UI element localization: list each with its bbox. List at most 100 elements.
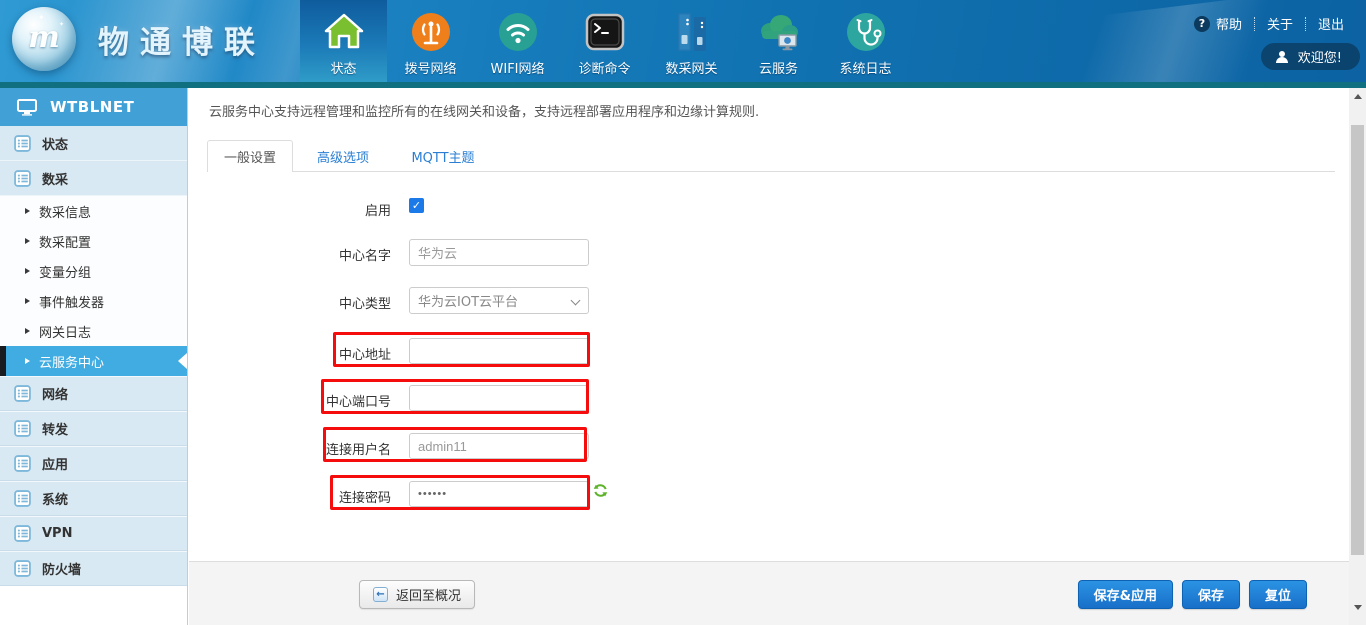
scrollbar-thumb[interactable] xyxy=(1351,125,1364,555)
center-port-input[interactable] xyxy=(409,385,589,411)
triangle-right-icon xyxy=(25,358,30,364)
page-description: 云服务中心支持远程管理和监控所有的在线网关和设备，支持远程部署应用程序和边缘计算… xyxy=(209,101,759,120)
nav-label: 状态 xyxy=(330,58,356,77)
nav-item-dialup-network[interactable]: 拨号网络 xyxy=(387,0,474,82)
enable-checkbox[interactable] xyxy=(409,198,424,213)
sidebar-subitem-label: 网关日志 xyxy=(39,322,91,341)
user-icon xyxy=(1275,50,1289,64)
sidebar-item-gateway-logs[interactable]: 网关日志 xyxy=(0,316,187,346)
sidebar-item-firewall[interactable]: 防火墙 xyxy=(0,551,187,586)
triangle-right-icon xyxy=(25,208,30,214)
refresh-password-icon[interactable] xyxy=(593,483,608,502)
scroll-up-arrow[interactable] xyxy=(1349,94,1366,106)
triangle-right-icon xyxy=(25,238,30,244)
sidebar-item-label: 防火墙 xyxy=(42,559,81,578)
sparkle-icon: ✦ xyxy=(59,21,64,28)
sidebar-item-system[interactable]: 系统 xyxy=(0,481,187,516)
enable-label: 启用 xyxy=(189,200,391,219)
username-input[interactable] xyxy=(409,433,589,459)
cloud-monitor-icon xyxy=(756,7,802,57)
tab-bar: 一般设置 高级选项 MQTT主题 xyxy=(207,140,493,172)
sidebar-subitem-label: 变量分组 xyxy=(39,262,91,281)
list-icon xyxy=(14,560,31,577)
sidebar-item-variable-groups[interactable]: 变量分组 xyxy=(0,256,187,286)
sidebar-item-data-config[interactable]: 数采配置 xyxy=(0,226,187,256)
center-type-select[interactable]: 华为云IOT云平台 xyxy=(409,287,589,314)
center-port-label: 中心端口号 xyxy=(189,391,391,410)
sidebar-subitem-label: 数采信息 xyxy=(39,202,91,221)
server-gateway-icon xyxy=(672,7,712,57)
center-name-input[interactable] xyxy=(409,239,589,266)
sidebar-subitem-label: 数采配置 xyxy=(39,232,91,251)
sidebar-subitem-label: 云服务中心 xyxy=(39,352,104,371)
nav-item-system-logs[interactable]: 系统日志 xyxy=(822,0,909,82)
header-utility-links: 帮助 关于 退出 xyxy=(1194,14,1344,33)
sidebar: WTBLNET 状态 数采 数采信息 数采配置 变量分组 xyxy=(0,88,188,625)
sidebar-item-data-info[interactable]: 数采信息 xyxy=(0,196,187,226)
logo-sphere-icon: m ✦ ✦ xyxy=(12,7,76,71)
sidebar-brand: WTBLNET xyxy=(0,88,187,126)
footer-bar: 返回至概况 保存&应用 保存 复位 xyxy=(189,561,1349,625)
sidebar-item-forwarding[interactable]: 转发 xyxy=(0,411,187,446)
password-input[interactable] xyxy=(409,481,589,507)
triangle-right-icon xyxy=(25,268,30,274)
nav-item-cloud-service[interactable]: 云服务 xyxy=(735,0,822,82)
sidebar-item-label: 网络 xyxy=(42,384,68,403)
sidebar-item-vpn[interactable]: VPN xyxy=(0,516,187,551)
logout-link[interactable]: 退出 xyxy=(1318,14,1344,33)
terminal-icon xyxy=(585,7,625,57)
main-content: 云服务中心支持远程管理和监控所有的在线网关和设备，支持远程部署应用程序和边缘计算… xyxy=(189,88,1349,625)
nav-item-wifi-network[interactable]: WIFI网络 xyxy=(474,0,561,82)
tab-mqtt-topics[interactable]: MQTT主题 xyxy=(393,140,493,172)
back-button-label: 返回至概况 xyxy=(396,585,461,604)
nav-label: 云服务 xyxy=(759,58,798,77)
back-arrow-icon xyxy=(373,587,388,602)
reset-button[interactable]: 复位 xyxy=(1249,580,1307,609)
vertical-scrollbar[interactable] xyxy=(1349,88,1366,625)
back-to-overview-button[interactable]: 返回至概况 xyxy=(359,580,475,609)
sidebar-item-event-triggers[interactable]: 事件触发器 xyxy=(0,286,187,316)
password-label: 连接密码 xyxy=(189,487,391,506)
about-link[interactable]: 关于 xyxy=(1267,14,1293,33)
list-icon xyxy=(14,490,31,507)
tab-general-settings[interactable]: 一般设置 xyxy=(207,140,293,172)
nav-item-status[interactable]: 状态 xyxy=(300,0,387,82)
scroll-down-arrow[interactable] xyxy=(1349,605,1366,617)
top-header-bar: m ✦ ✦ 物通博联 状态 拨号网络 xyxy=(0,0,1366,88)
brand-logo: m ✦ ✦ 物通博联 xyxy=(12,7,266,71)
welcome-badge: 欢迎您! xyxy=(1261,43,1360,70)
sparkle-icon: ✦ xyxy=(38,13,45,22)
sidebar-submenu: 数采信息 数采配置 变量分组 事件触发器 网关日志 云服务中心 xyxy=(0,196,187,376)
sidebar-item-cloud-service-center[interactable]: 云服务中心 xyxy=(0,346,187,376)
stethoscope-icon xyxy=(845,7,887,57)
list-icon xyxy=(14,135,31,152)
save-button[interactable]: 保存 xyxy=(1182,580,1240,609)
sidebar-brand-label: WTBLNET xyxy=(50,98,134,116)
nav-label: WIFI网络 xyxy=(491,58,545,77)
username-label: 连接用户名 xyxy=(189,439,391,458)
list-icon xyxy=(14,525,31,542)
nav-label: 拨号网络 xyxy=(404,58,456,77)
nav-item-data-gateway[interactable]: 数采网关 xyxy=(648,0,735,82)
center-type-value: 华为云IOT云平台 xyxy=(418,291,518,310)
logo-letter: m xyxy=(28,20,60,55)
brand-name: 物通博联 xyxy=(98,17,266,62)
save-and-apply-button[interactable]: 保存&应用 xyxy=(1078,580,1173,609)
sidebar-item-applications[interactable]: 应用 xyxy=(0,446,187,481)
sidebar-item-network[interactable]: 网络 xyxy=(0,376,187,411)
help-link[interactable]: 帮助 xyxy=(1216,14,1242,33)
sidebar-item-status[interactable]: 状态 xyxy=(0,126,187,161)
sidebar-item-data-collection[interactable]: 数采 xyxy=(0,161,187,196)
chevron-down-icon xyxy=(571,296,581,306)
nav-item-diagnostic-commands[interactable]: 诊断命令 xyxy=(561,0,648,82)
sidebar-item-label: 应用 xyxy=(42,454,68,473)
sidebar-item-label: 数采 xyxy=(42,169,68,188)
center-address-label: 中心地址 xyxy=(189,344,391,363)
monitor-icon xyxy=(17,99,37,116)
sidebar-item-label: 转发 xyxy=(42,419,68,438)
sidebar-item-label: 系统 xyxy=(42,489,68,508)
center-address-input[interactable] xyxy=(409,338,589,364)
action-buttons: 保存&应用 保存 复位 xyxy=(1078,580,1307,609)
tab-advanced-options[interactable]: 高级选项 xyxy=(293,140,393,172)
list-icon xyxy=(14,420,31,437)
